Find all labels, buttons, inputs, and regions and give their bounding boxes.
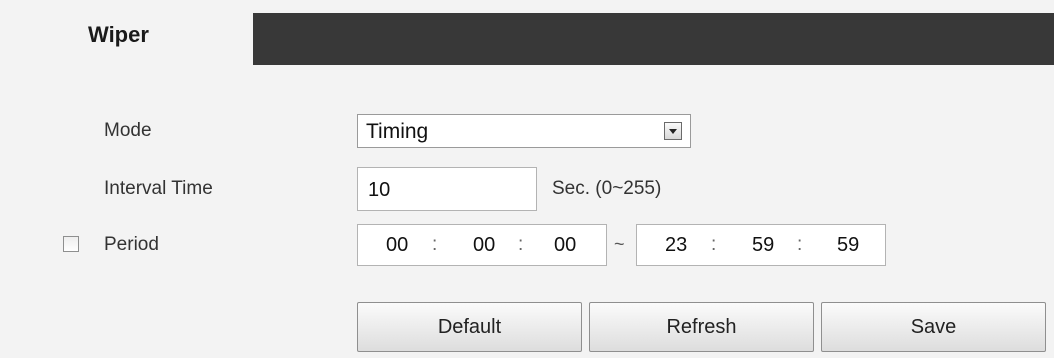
tab-wiper-label: Wiper [88,22,149,47]
time-separator: : [432,234,438,255]
interval-time-value: 10 [368,179,391,201]
period-start-time[interactable]: 00 : 00 : 00 [357,224,607,266]
range-separator: ~ [614,234,625,254]
start-second[interactable]: 00 [554,234,576,257]
interval-time-input[interactable]: 10 [357,167,537,211]
default-button[interactable]: Default [357,302,582,352]
refresh-button[interactable]: Refresh [589,302,814,352]
time-separator: : [797,234,803,255]
save-button[interactable]: Save [821,302,1046,352]
period-end-time[interactable]: 23 : 59 : 59 [636,224,886,266]
period-checkbox[interactable] [63,236,79,252]
interval-time-label: Interval Time [104,178,213,199]
chevron-down-icon[interactable] [664,122,682,140]
start-hour[interactable]: 00 [386,234,408,257]
mode-label: Mode [104,120,152,141]
interval-time-hint: Sec. (0~255) [552,178,662,199]
end-hour[interactable]: 23 [665,234,687,257]
mode-select-value: Timing [366,120,429,143]
end-second[interactable]: 59 [837,234,859,257]
time-separator: : [518,234,524,255]
end-minute[interactable]: 59 [752,234,774,257]
start-minute[interactable]: 00 [473,234,495,257]
time-separator: : [711,234,717,255]
mode-select[interactable]: Timing [357,114,691,148]
period-label: Period [104,234,159,255]
